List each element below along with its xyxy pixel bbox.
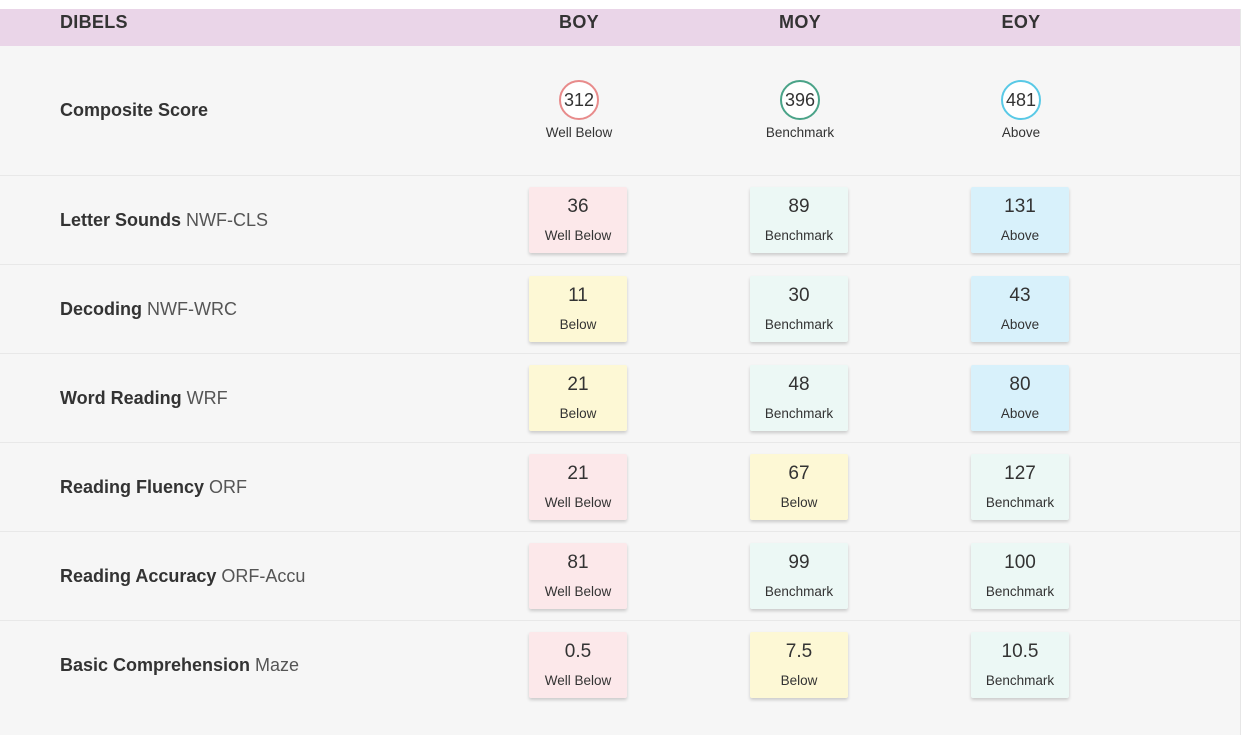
column-header-boy: BOY	[559, 12, 599, 32]
score-level: Benchmark	[985, 495, 1055, 510]
column-header-eoy: EOY	[1001, 12, 1041, 32]
score-value: 131	[1004, 196, 1036, 217]
score-level: Well Below	[545, 125, 613, 140]
score-cell-boy: 36 Well Below	[529, 187, 627, 253]
score-value: 36	[567, 196, 589, 217]
row-label-code: NWF-WRC	[147, 299, 237, 319]
score-level: Well Below	[544, 228, 612, 243]
score-cell-moy: 48 Benchmark	[750, 365, 848, 431]
score-value: 0.5	[564, 641, 592, 662]
row-label-code: WRF	[186, 388, 228, 408]
score-level: Well Below	[544, 495, 612, 510]
row-label: Decoding NWF-WRC	[60, 299, 237, 320]
score-cell-eoy: 100 Benchmark	[971, 543, 1069, 609]
score-value: 127	[1004, 463, 1036, 484]
score-level: Benchmark	[764, 228, 834, 243]
score-cell-eoy: 43 Above	[971, 276, 1069, 342]
composite-score-boy: 312 Well Below	[524, 80, 634, 150]
row-label: Reading Fluency ORF	[60, 477, 247, 498]
measure-row-letter-sounds: Letter Sounds NWF-CLS 36 Well Below 89 Be…	[0, 175, 1240, 265]
score-level: Below	[780, 673, 818, 688]
score-cell-eoy: 80 Above	[971, 365, 1069, 431]
score-level: Below	[559, 406, 597, 421]
dibels-score-table: DIBELS BOY MOY EOY Composite Score 312 W…	[0, 9, 1241, 735]
header-title: DIBELS	[60, 12, 128, 32]
score-cell-boy: 21 Below	[529, 365, 627, 431]
measure-row-decoding: Decoding NWF-WRC 11 Below 30 Benchmark 43…	[0, 264, 1240, 354]
score-value: 11	[568, 285, 588, 306]
score-level: Above	[1000, 406, 1040, 421]
score-level: Benchmark	[764, 584, 834, 599]
score-level: Benchmark	[765, 125, 835, 140]
score-value: 7.5	[785, 641, 813, 662]
composite-score-moy: 396 Benchmark	[745, 80, 855, 150]
score-cell-moy: 7.5 Below	[750, 632, 848, 698]
score-level: Below	[559, 317, 597, 332]
row-label: Letter Sounds NWF-CLS	[60, 210, 268, 231]
row-label-main: Letter Sounds	[60, 210, 182, 230]
score-value: 21	[567, 374, 589, 395]
measure-row-basic-comprehension: Basic Comprehension Maze 0.5 Well Below 7…	[0, 620, 1240, 736]
score-value: 89	[788, 196, 810, 217]
table-header: DIBELS BOY MOY EOY	[0, 9, 1240, 46]
measure-row-reading-fluency: Reading Fluency ORF 21 Well Below 67 Belo…	[0, 442, 1240, 532]
score-cell-boy: 81 Well Below	[529, 543, 627, 609]
score-value: 99	[788, 552, 810, 573]
score-cell-eoy: 10.5 Benchmark	[971, 632, 1069, 698]
score-cell-boy: 0.5 Well Below	[529, 632, 627, 698]
row-label-main: Composite Score	[60, 100, 209, 120]
score-circle: 312	[559, 80, 599, 120]
score-cell-boy: 21 Well Below	[529, 454, 627, 520]
composite-score-row: Composite Score 312 Well Below 396 Bench…	[0, 46, 1240, 175]
score-value: 30	[788, 285, 810, 306]
score-value: 43	[1009, 285, 1031, 306]
score-level: Above	[1000, 317, 1040, 332]
score-cell-moy: 30 Benchmark	[750, 276, 848, 342]
score-circle: 396	[780, 80, 820, 120]
row-label-code: ORF	[209, 477, 248, 497]
score-value: 81	[567, 552, 589, 573]
score-level: Above	[1001, 125, 1041, 140]
score-value: 21	[567, 463, 589, 484]
score-level: Benchmark	[985, 584, 1055, 599]
score-cell-moy: 89 Benchmark	[750, 187, 848, 253]
row-label: Reading Accuracy ORF-Accu	[60, 566, 305, 587]
row-label-main: Basic Comprehension	[60, 655, 251, 675]
score-value: 100	[1004, 552, 1036, 573]
row-label-main: Reading Fluency	[60, 477, 205, 497]
row-label-code: ORF-Accu	[221, 566, 306, 586]
score-level: Well Below	[544, 584, 612, 599]
score-cell-boy: 11 Below	[529, 276, 627, 342]
row-label-code: Maze	[255, 655, 300, 675]
row-label-code: NWF-CLS	[186, 210, 269, 230]
score-cell-moy: 99 Benchmark	[750, 543, 848, 609]
measure-row-reading-accuracy: Reading Accuracy ORF-Accu 81 Well Below 9…	[0, 531, 1240, 621]
score-cell-eoy: 131 Above	[971, 187, 1069, 253]
row-label-main: Reading Accuracy	[60, 566, 217, 586]
score-level: Well Below	[544, 673, 612, 688]
score-value: 67	[788, 463, 810, 484]
row-label: Word Reading WRF	[60, 388, 228, 409]
row-label-main: Decoding	[60, 299, 143, 319]
score-value: 80	[1009, 374, 1031, 395]
score-level: Benchmark	[764, 406, 834, 421]
row-label: Composite Score	[60, 100, 208, 121]
score-level: Above	[1000, 228, 1040, 243]
score-value: 10.5	[1001, 641, 1039, 662]
row-label-main: Word Reading	[60, 388, 182, 408]
measure-row-word-reading: Word Reading WRF 21 Below 48 Benchmark 80…	[0, 353, 1240, 443]
score-level: Benchmark	[764, 317, 834, 332]
row-label: Basic Comprehension Maze	[60, 655, 299, 676]
score-circle: 481	[1001, 80, 1041, 120]
score-level: Benchmark	[985, 673, 1055, 688]
score-cell-moy: 67 Below	[750, 454, 848, 520]
composite-score-eoy: 481 Above	[966, 80, 1076, 150]
score-cell-eoy: 127 Benchmark	[971, 454, 1069, 520]
column-header-moy: MOY	[779, 12, 821, 32]
score-level: Below	[780, 495, 818, 510]
score-value: 48	[788, 374, 810, 395]
